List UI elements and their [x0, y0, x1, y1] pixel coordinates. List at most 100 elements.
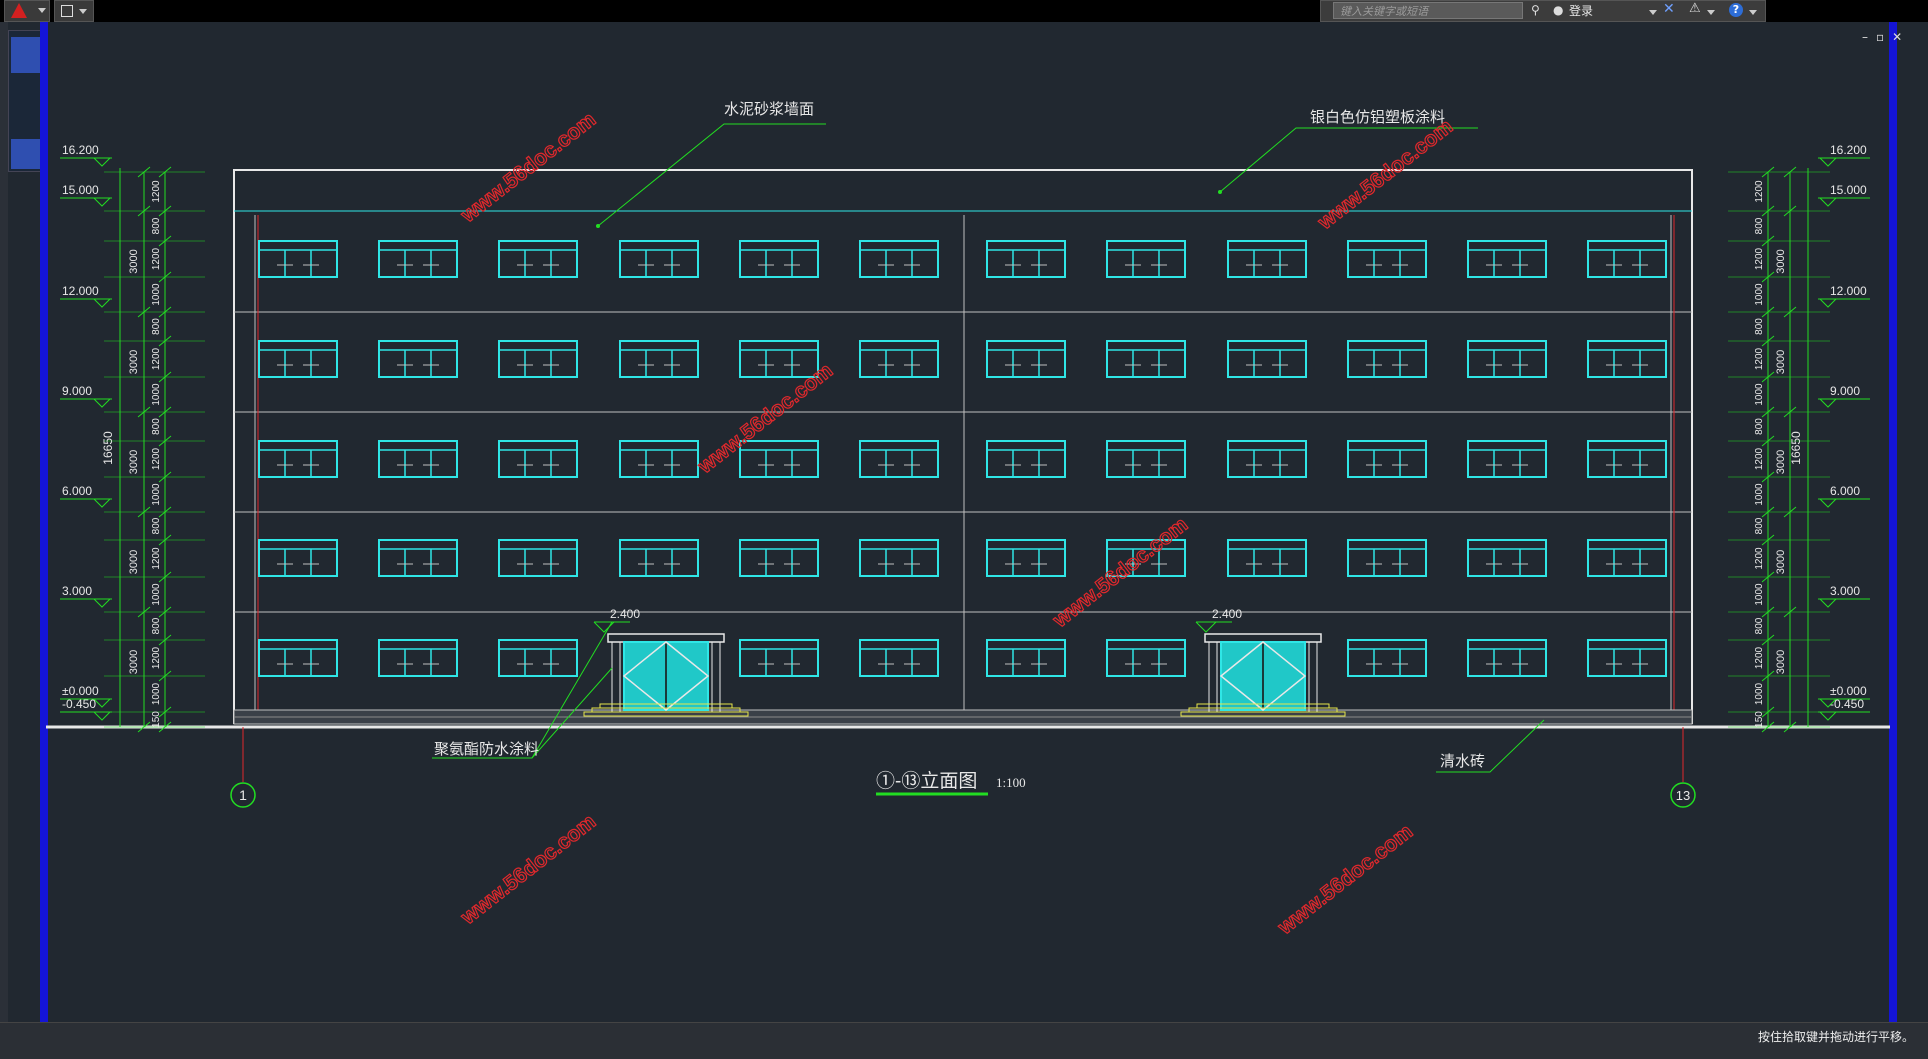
- dimension-chain: 1200 800 1200 1000 800 1200 1000 800 1200 1000 800…: [1728, 166, 1830, 733]
- dimension-text: 1200: [151, 547, 162, 570]
- window: [739, 240, 819, 278]
- floor-dimension-text: 3000: [1775, 650, 1787, 674]
- dimension-text: 1200: [1754, 347, 1765, 370]
- level-mark-right: -0.450: [1818, 697, 1870, 721]
- window: [859, 340, 939, 378]
- floor-dimension-text: 3000: [1775, 550, 1787, 574]
- window: [1106, 639, 1186, 677]
- window: [1227, 340, 1307, 378]
- window: [1347, 440, 1427, 478]
- dimension-text: 800: [1754, 318, 1765, 335]
- window: [986, 440, 1066, 478]
- window: [1106, 240, 1186, 278]
- window: [1467, 440, 1547, 478]
- level-mark-right: 9.000: [1818, 384, 1870, 408]
- level-mark-text: 9.000: [1830, 384, 1860, 398]
- window: [378, 340, 458, 378]
- window: [986, 240, 1066, 278]
- window: [258, 340, 338, 378]
- app-logo-icon: [11, 3, 27, 18]
- level-mark-text: 9.000: [62, 384, 92, 398]
- dimension-text: 1000: [1754, 583, 1765, 606]
- entrance-level-mark-right: [1195, 621, 1232, 633]
- entrance-level-mark-left: [593, 621, 630, 633]
- level-marks: 16.200 16.200 15.000 15.000 12.000 12.000 9.00…: [60, 143, 1870, 721]
- dimension-text: 800: [1754, 517, 1765, 534]
- window: [258, 240, 338, 278]
- quick-access-save-button[interactable]: [54, 0, 94, 22]
- brick-plinth: [233, 709, 1693, 725]
- window: [1587, 340, 1667, 378]
- dimension-chain: 1200 800 1200 1000 800 1200 1000 800 1200 1000 800…: [104, 166, 205, 733]
- window: [498, 340, 578, 378]
- watermark-text: www.56doc.com: [456, 810, 600, 930]
- level-mark-left: 16.200: [60, 143, 112, 167]
- callout-polyurethane: 聚氨酯防水涂料: [432, 621, 613, 759]
- status-hint-text: 按住拾取键并拖动进行平移。: [1757, 1030, 1914, 1044]
- level-mark-text: 3.000: [1830, 584, 1860, 598]
- window: [619, 440, 699, 478]
- level-mark-right: 12.000: [1818, 284, 1870, 308]
- level-mark-left: 9.000: [60, 384, 112, 408]
- level-mark-text: 16.200: [62, 143, 99, 157]
- dimension-text: 800: [151, 617, 162, 634]
- dimension-text: 800: [151, 418, 162, 435]
- window: [859, 440, 939, 478]
- user-icon[interactable]: ●: [1553, 3, 1563, 17]
- chevron-down-icon: [38, 8, 46, 13]
- level-mark-text: 15.000: [1830, 183, 1867, 197]
- window: [1347, 639, 1427, 677]
- window: [1467, 639, 1547, 677]
- level-mark-left: 6.000: [60, 484, 112, 508]
- axis-marker-13: 13: [1670, 727, 1696, 808]
- login-button[interactable]: 登录: [1569, 2, 1593, 19]
- dimension-text: 1000: [1754, 682, 1765, 705]
- level-mark-left: -0.450: [60, 697, 112, 721]
- level-mark-text: 12.000: [1830, 284, 1867, 298]
- dimension-chains: 1200 800 1200 1000 800 1200 1000 800 1200 1000 800…: [101, 166, 1830, 733]
- level-mark-text: 6.000: [1830, 484, 1860, 498]
- window: [986, 340, 1066, 378]
- dimension-text: 1000: [1754, 383, 1765, 406]
- dimension-text: 1200: [151, 347, 162, 370]
- dimension-text: 1000: [1754, 483, 1765, 506]
- elevation-drawing: 2.400 2.400 1200 800 1200 1000 800 1200 1000 80…: [46, 100, 1890, 940]
- window: [1587, 240, 1667, 278]
- window: [1227, 440, 1307, 478]
- callout-cement-mortar: 水泥砂浆墙面: [596, 100, 826, 228]
- window: [986, 639, 1066, 677]
- help-icon[interactable]: ?: [1729, 3, 1743, 17]
- dimension-text: 150: [1754, 711, 1765, 728]
- window: [1347, 240, 1427, 278]
- window: [619, 340, 699, 378]
- window: [1467, 240, 1547, 278]
- watermark-text: www.56doc.com: [1273, 820, 1417, 940]
- callout-polyurethane-text: 聚氨酯防水涂料: [434, 741, 539, 758]
- level-mark-text: 15.000: [62, 183, 99, 197]
- axis-label-1: 1: [239, 787, 247, 803]
- window: [859, 240, 939, 278]
- chevron-down-icon[interactable]: [1707, 10, 1715, 15]
- chevron-down-icon[interactable]: [1749, 10, 1757, 15]
- exchange-icon[interactable]: ✕: [1663, 1, 1675, 17]
- network-icon[interactable]: ⚠: [1689, 1, 1701, 16]
- chevron-down-icon[interactable]: [1649, 10, 1657, 15]
- binoculars-icon[interactable]: ⚲: [1531, 3, 1540, 17]
- window: [859, 539, 939, 577]
- level-mark-right: 3.000: [1818, 584, 1870, 608]
- window: [1467, 539, 1547, 577]
- window: [619, 240, 699, 278]
- window: [258, 539, 338, 577]
- window: [378, 539, 458, 577]
- window: [378, 639, 458, 677]
- search-input[interactable]: 键入关键字或短语: [1333, 2, 1523, 19]
- floor-dimension-text: 3000: [1775, 450, 1787, 474]
- dimension-text: 1200: [1754, 447, 1765, 470]
- window: [1106, 440, 1186, 478]
- window: [498, 539, 578, 577]
- dimension-text: 1200: [1754, 180, 1765, 203]
- app-menu-button[interactable]: [4, 0, 50, 22]
- chevron-down-icon: [79, 9, 87, 14]
- window: [378, 240, 458, 278]
- level-mark-text: 6.000: [62, 484, 92, 498]
